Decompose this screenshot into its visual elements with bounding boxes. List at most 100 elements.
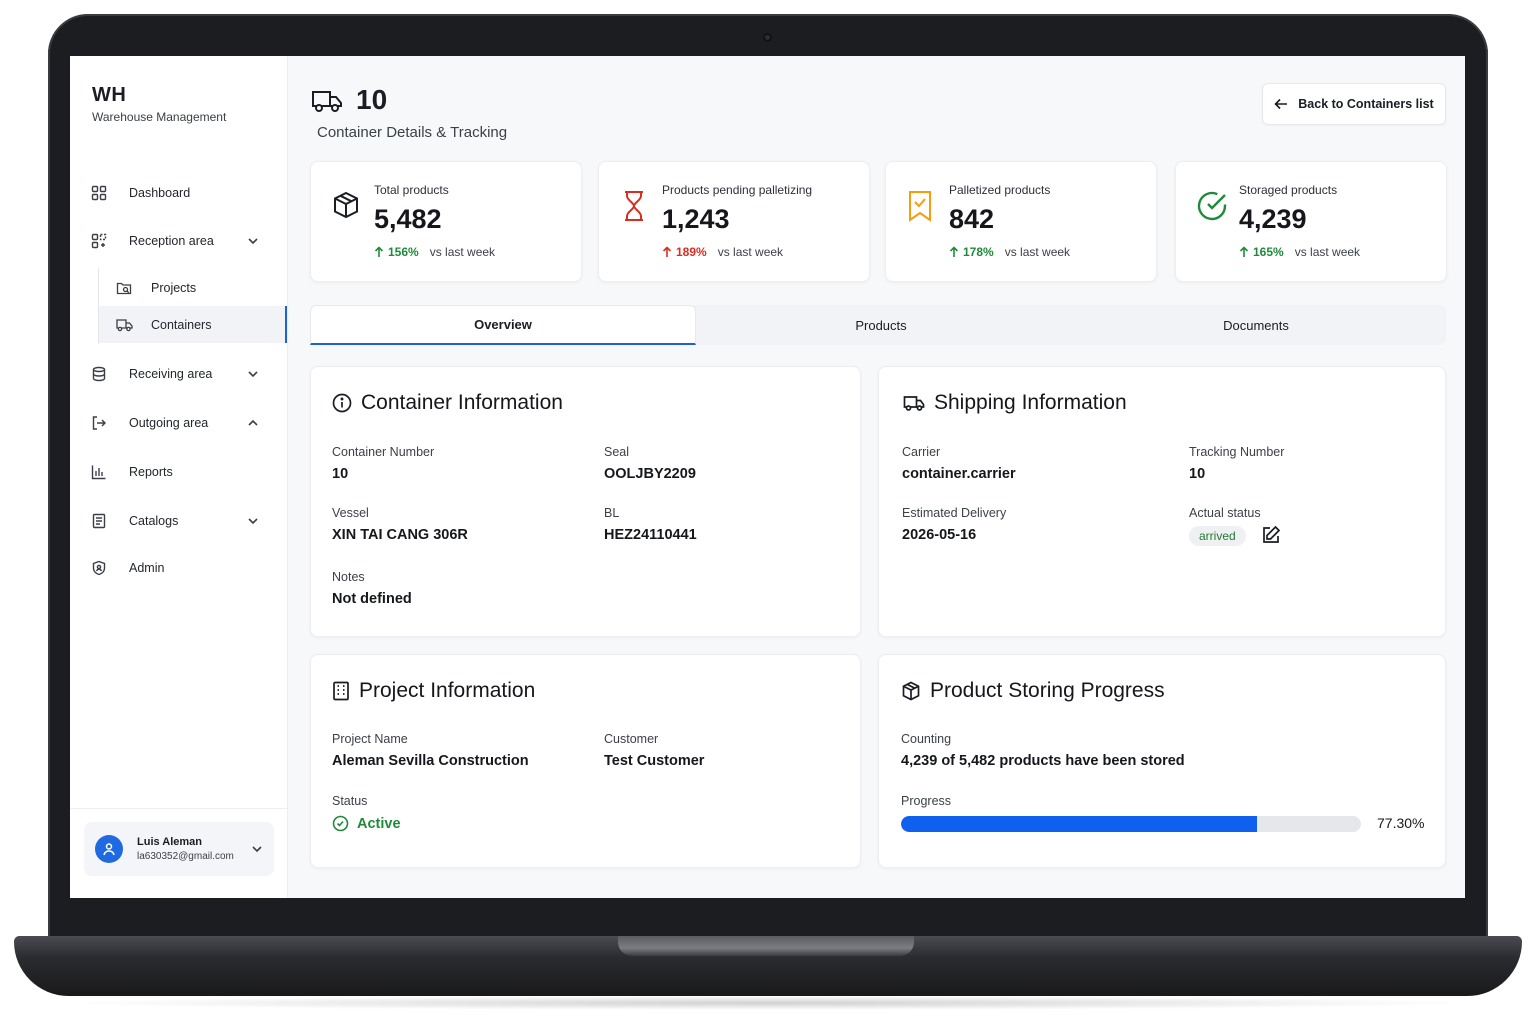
shipping-information-panel: Shipping Information Carrier container.c… [878, 366, 1446, 637]
vessel-value: XIN TAI CANG 306R [332, 527, 468, 543]
building-icon [333, 681, 349, 701]
sidebar-item-reception-area[interactable]: Reception area [84, 222, 274, 260]
tracking-number-label: Tracking Number [1189, 445, 1285, 459]
sidebar-divider [70, 808, 288, 809]
bl-label: BL [604, 506, 620, 520]
chevron-down-icon[interactable] [246, 234, 260, 251]
chevron-down-icon[interactable] [250, 842, 264, 861]
counting-label: Counting [901, 732, 952, 746]
back-button-label: Back to Containers list [1298, 97, 1434, 111]
sidebar-item-label: Admin [129, 561, 165, 575]
sidebar-item-label: Receiving area [129, 367, 213, 381]
tab-products[interactable]: Products [696, 305, 1066, 345]
user-profile-card[interactable]: Luis Aleman la630352@gmail.com [84, 822, 274, 876]
hourglass-icon [619, 190, 649, 227]
sidebar-item-label: Reports [129, 465, 173, 479]
box-icon [902, 681, 920, 701]
check-circle-icon [1196, 190, 1228, 227]
chevron-up-icon[interactable] [246, 416, 260, 433]
sidebar-item-label: Reception area [129, 234, 214, 248]
chevron-down-icon[interactable] [246, 367, 260, 384]
project-information-panel: Project Information Project Name Aleman … [310, 654, 861, 868]
tab-bar: Overview Products Documents [310, 305, 1446, 345]
edit-icon[interactable] [1261, 525, 1281, 550]
panel-title-text: Project Information [359, 679, 536, 702]
catalog-icon [84, 513, 114, 529]
stat-trend: 165% vs last week [1239, 245, 1360, 259]
sidebar-item-reports[interactable]: Reports [84, 453, 274, 491]
stat-card-pending-palletizing: Products pending palletizing 1,243 189% … [598, 161, 870, 282]
sidebar-subitem-label: Projects [151, 280, 197, 295]
sidebar-item-receiving-area[interactable]: Receiving area [84, 355, 274, 393]
customer-value: Test Customer [604, 753, 705, 769]
notes-value: Not defined [332, 591, 412, 607]
project-name-label: Project Name [332, 732, 408, 746]
sidebar-item-label: Catalogs [129, 514, 179, 528]
stat-value: 4,239 [1239, 204, 1307, 234]
progress-bar [901, 816, 1361, 832]
project-status-text: Active [357, 815, 401, 832]
bl-value: HEZ24110441 [604, 527, 697, 543]
shield-icon [84, 560, 114, 576]
stat-change: 165% [1253, 245, 1284, 259]
seal-value: OOLJBY2209 [604, 466, 696, 482]
status-badge: arrived [1189, 526, 1246, 546]
stat-label: Storaged products [1239, 183, 1338, 197]
box-icon [331, 190, 361, 225]
tab-documents[interactable]: Documents [1066, 305, 1446, 345]
stat-trend: 189% vs last week [662, 245, 783, 259]
sidebar-subitem-projects[interactable]: Projects [99, 269, 287, 306]
bookmark-check-icon [906, 190, 934, 227]
customer-label: Customer [604, 732, 659, 746]
page-subtitle: Container Details & Tracking [317, 124, 508, 141]
stat-label: Palletized products [949, 183, 1051, 197]
sidebar-item-outgoing-area[interactable]: Outgoing area [84, 404, 274, 442]
stat-value: 1,243 [662, 204, 730, 234]
actual-status-label: Actual status [1189, 506, 1261, 520]
product-storing-progress-title: Product Storing Progress [901, 679, 1165, 703]
user-name: Luis Aleman [137, 836, 202, 848]
stat-change: 156% [388, 245, 419, 259]
app-screen: WH Warehouse Management Dashboard Recept… [70, 56, 1465, 898]
bar-chart-icon [84, 464, 114, 480]
arrow-up-icon [949, 246, 959, 257]
webcam-icon [763, 33, 772, 42]
stat-compare: vs last week [717, 245, 784, 259]
estimated-delivery-value: 2026-05-16 [902, 527, 977, 543]
folder-search-icon [109, 280, 139, 296]
chevron-down-icon[interactable] [246, 514, 260, 531]
user-email: la630352@gmail.com [137, 851, 234, 862]
seal-label: Seal [604, 445, 630, 459]
sidebar-item-admin[interactable]: Admin [84, 549, 274, 587]
estimated-delivery-label: Estimated Delivery [902, 506, 1007, 520]
sidebar-item-catalogs[interactable]: Catalogs [84, 502, 274, 540]
container-number-value: 10 [332, 466, 349, 482]
info-icon [332, 393, 352, 413]
stat-label: Products pending palletizing [662, 183, 813, 197]
arrow-left-icon [1274, 98, 1288, 110]
carrier-label: Carrier [902, 445, 941, 459]
truck-icon [109, 318, 139, 332]
stat-card-total-products: Total products 5,482 156% vs last week [310, 161, 582, 282]
project-name-value: Aleman Sevilla Construction [332, 753, 529, 769]
stat-compare: vs last week [1294, 245, 1361, 259]
laptop-shadow [60, 996, 1476, 1010]
sidebar-item-dashboard[interactable]: Dashboard [84, 174, 274, 212]
sidebar-subitem-containers[interactable]: Containers [99, 306, 287, 343]
arrow-up-icon [374, 246, 384, 257]
tab-overview[interactable]: Overview [310, 305, 696, 345]
avatar [95, 835, 123, 863]
laptop-notch [618, 936, 914, 956]
panel-title-text: Container Information [361, 391, 563, 414]
container-information-panel: Container Information Container Number 1… [310, 366, 861, 637]
project-information-title: Project Information [332, 679, 535, 703]
stat-value: 5,482 [374, 204, 442, 234]
container-information-title: Container Information [332, 391, 563, 415]
back-to-containers-button[interactable]: Back to Containers list [1262, 83, 1446, 125]
notes-label: Notes [332, 570, 365, 584]
stat-card-palletized-products: Palletized products 842 178% vs last wee… [885, 161, 1157, 282]
progress-bar-fill [901, 816, 1257, 832]
arrow-up-icon [662, 246, 672, 257]
brand-subtitle: Warehouse Management [92, 110, 227, 124]
arrow-up-icon [1239, 246, 1249, 257]
